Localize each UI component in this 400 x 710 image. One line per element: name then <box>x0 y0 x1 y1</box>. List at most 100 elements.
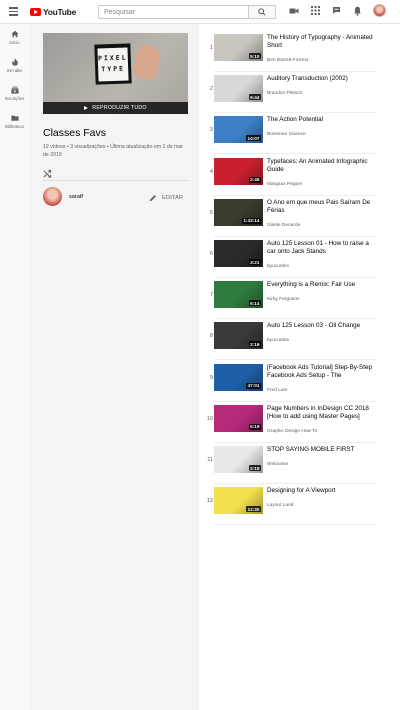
search-button[interactable] <box>248 5 276 19</box>
video-title[interactable]: Designing for A Viewport <box>267 487 377 495</box>
video-channel[interactable]: byucurdev <box>267 264 289 269</box>
video-index: 2 <box>209 86 213 93</box>
chat-icon[interactable] <box>331 6 341 16</box>
playlist-video-row[interactable]: 10 5:19 Page Numbers in InDesign CC 2018 [… <box>199 402 400 443</box>
youtube-logo[interactable]: YouTube <box>30 7 76 17</box>
playlist-sidebar: PIXEL TYPE REPRODUZIR TUDO Classes Favs … <box>29 24 199 710</box>
nav-item-label: Inscrições <box>4 96 25 101</box>
nav-item-trending[interactable]: Em alta <box>0 58 29 80</box>
video-thumbnail[interactable]: 47:01 <box>214 363 263 391</box>
video-thumbnail[interactable]: 2:46 <box>214 157 263 185</box>
video-channel[interactable]: Ben Barrett-Forrest <box>267 58 308 63</box>
apps-grid-icon[interactable] <box>310 6 320 16</box>
video-title[interactable]: The Action Potential <box>267 116 377 124</box>
playlist-video-row[interactable]: 2 6:44 Auditory Transduction (2002) Brandon… <box>199 72 400 114</box>
logo-text: YouTube <box>43 6 76 17</box>
video-index: 1 <box>209 45 213 51</box>
masthead: YouTube <box>0 0 400 24</box>
video-title[interactable]: Auditory Transduction (2002) <box>267 75 377 83</box>
video-channel[interactable]: Kirby Ferguson <box>267 297 300 302</box>
video-title[interactable]: [Facebook Ads Tutorial] Step-By-Step Fac… <box>267 364 377 380</box>
video-thumbnail[interactable]: 2:16 <box>214 322 263 350</box>
pixel-type-card: PIXEL TYPE <box>94 43 132 85</box>
video-title[interactable]: STOP SAYING MOBILE FIRST <box>267 446 377 454</box>
video-duration: 14:07 <box>246 135 261 142</box>
video-title[interactable]: Page Numbers in InDesign CC 2018 [How to… <box>267 405 377 421</box>
nav-item-subscriptions[interactable]: Inscrições <box>0 86 29 108</box>
video-channel[interactable]: Margaux Pepper <box>267 182 302 187</box>
playlist-video-row[interactable]: 8 2:16 Auto 125 Lesson 03 - Oil Change byuc… <box>199 319 400 361</box>
video-title[interactable]: Typefaces: An Animated Infographic Guide <box>267 158 377 174</box>
video-channel[interactable]: Fred Lam <box>267 388 288 393</box>
video-index: 12 <box>206 498 213 505</box>
thumb-text-line2: TYPE <box>101 64 126 74</box>
play-icon <box>84 106 89 110</box>
video-duration: 6:14 <box>248 300 261 307</box>
video-thumbnail[interactable]: 5:10 <box>214 34 263 61</box>
owner-name[interactable]: saratf <box>69 194 83 200</box>
video-channel[interactable]: Webonise <box>267 462 288 467</box>
playlist-video-row[interactable]: 12 12:30 Designing for A Viewport Layout La… <box>199 484 400 526</box>
shuffle-icon[interactable] <box>43 165 52 178</box>
video-title[interactable]: The History of Typography - Animated Sho… <box>267 34 377 50</box>
video-channel[interactable]: Brandon Pletsch <box>267 91 302 96</box>
playlist-video-row[interactable]: 9 47:01 [Facebook Ads Tutorial] Step-By-St… <box>199 361 400 402</box>
video-duration: 2:16 <box>248 341 261 348</box>
nav-item-label: Biblioteca <box>5 124 24 129</box>
playlist-video-row[interactable]: 5 1:43:14 O Ano em que meus Pais Saíram De… <box>199 196 400 237</box>
video-channel[interactable]: Layout Land <box>267 503 293 508</box>
video-index: 9 <box>209 374 213 381</box>
video-title[interactable]: Auto 125 Lesson 03 - Oil Change <box>267 322 377 330</box>
edit-button[interactable]: EDITAR <box>149 194 183 202</box>
video-thumbnail[interactable]: 12:30 <box>214 487 263 515</box>
video-thumbnail[interactable]: 5:19 <box>214 404 263 432</box>
video-channel[interactable]: Gisele Denarde <box>267 223 300 228</box>
video-thumbnail[interactable]: 14:07 <box>214 116 263 144</box>
playlist-video-row[interactable]: 1 5:10 The History of Typography - Animate… <box>199 31 400 72</box>
playlist-video-row[interactable]: 4 2:46 Typefaces: An Animated Infographic … <box>199 155 400 196</box>
search-box <box>98 5 276 19</box>
video-thumbnail[interactable]: 2:18 <box>214 446 263 473</box>
nav-item-home[interactable]: Início <box>0 30 29 52</box>
subscriptions-icon <box>10 86 19 94</box>
nav-item-library[interactable]: Biblioteca <box>0 114 29 136</box>
video-channel[interactable]: Bozeman Science <box>267 132 306 137</box>
home-icon <box>10 30 19 38</box>
video-title[interactable]: O Ano em que meus Pais Saíram De Férias <box>267 199 377 215</box>
video-thumbnail[interactable]: 6:44 <box>214 75 263 103</box>
video-camera-icon[interactable] <box>289 6 299 16</box>
video-index: 6 <box>209 251 213 257</box>
video-thumbnail[interactable]: 1:43:14 <box>214 198 263 226</box>
playlist-owner[interactable]: saratf <box>43 187 83 206</box>
video-thumbnail[interactable]: 6:14 <box>214 281 263 309</box>
playlist-video-row[interactable]: 11 2:18 STOP SAYING MOBILE FIRST Webonise <box>199 443 400 484</box>
playlist-video-row[interactable]: 6 3:21 Auto 125 Lesson 01 - How to raise a… <box>199 237 400 278</box>
video-duration: 6:44 <box>248 94 261 101</box>
hand-image <box>132 43 162 81</box>
playlist-title: Classes Favs <box>43 127 107 139</box>
video-thumbnail[interactable]: 3:21 <box>214 240 263 267</box>
row-divider <box>214 524 376 526</box>
owner-avatar[interactable] <box>43 187 62 206</box>
playlist-stats: 12 vídeos • 3 visualizações • Última atu… <box>43 144 183 158</box>
video-index: 3 <box>209 127 213 134</box>
video-index: 4 <box>209 168 213 175</box>
playlist-video-row[interactable]: 7 6:14 Everything is a Remix: Fair Use Kirb… <box>199 278 400 320</box>
search-icon <box>258 8 266 16</box>
play-all-button[interactable]: REPRODUZIR TUDO <box>43 102 188 114</box>
video-channel[interactable]: byucurdev <box>267 338 289 343</box>
video-duration: 2:46 <box>248 176 261 183</box>
playlist-video-row[interactable]: 3 14:07 The Action Potential Bozeman Scienc… <box>199 113 400 155</box>
playlist-thumbnail[interactable]: PIXEL TYPE REPRODUZIR TUDO <box>43 33 188 114</box>
video-index: 5 <box>209 209 213 216</box>
menu-icon[interactable] <box>9 4 25 20</box>
video-title[interactable]: Auto 125 Lesson 01 - How to raise a car … <box>267 240 377 256</box>
video-title[interactable]: Everything is a Remix: Fair Use <box>267 281 377 289</box>
video-duration: 47:01 <box>246 382 261 389</box>
video-index: 8 <box>209 333 213 340</box>
bell-icon[interactable] <box>352 6 362 16</box>
account-avatar[interactable] <box>373 4 386 17</box>
video-duration: 3:21 <box>248 259 261 265</box>
search-input[interactable] <box>98 5 248 19</box>
video-channel[interactable]: Graphic Design How To <box>267 429 317 434</box>
